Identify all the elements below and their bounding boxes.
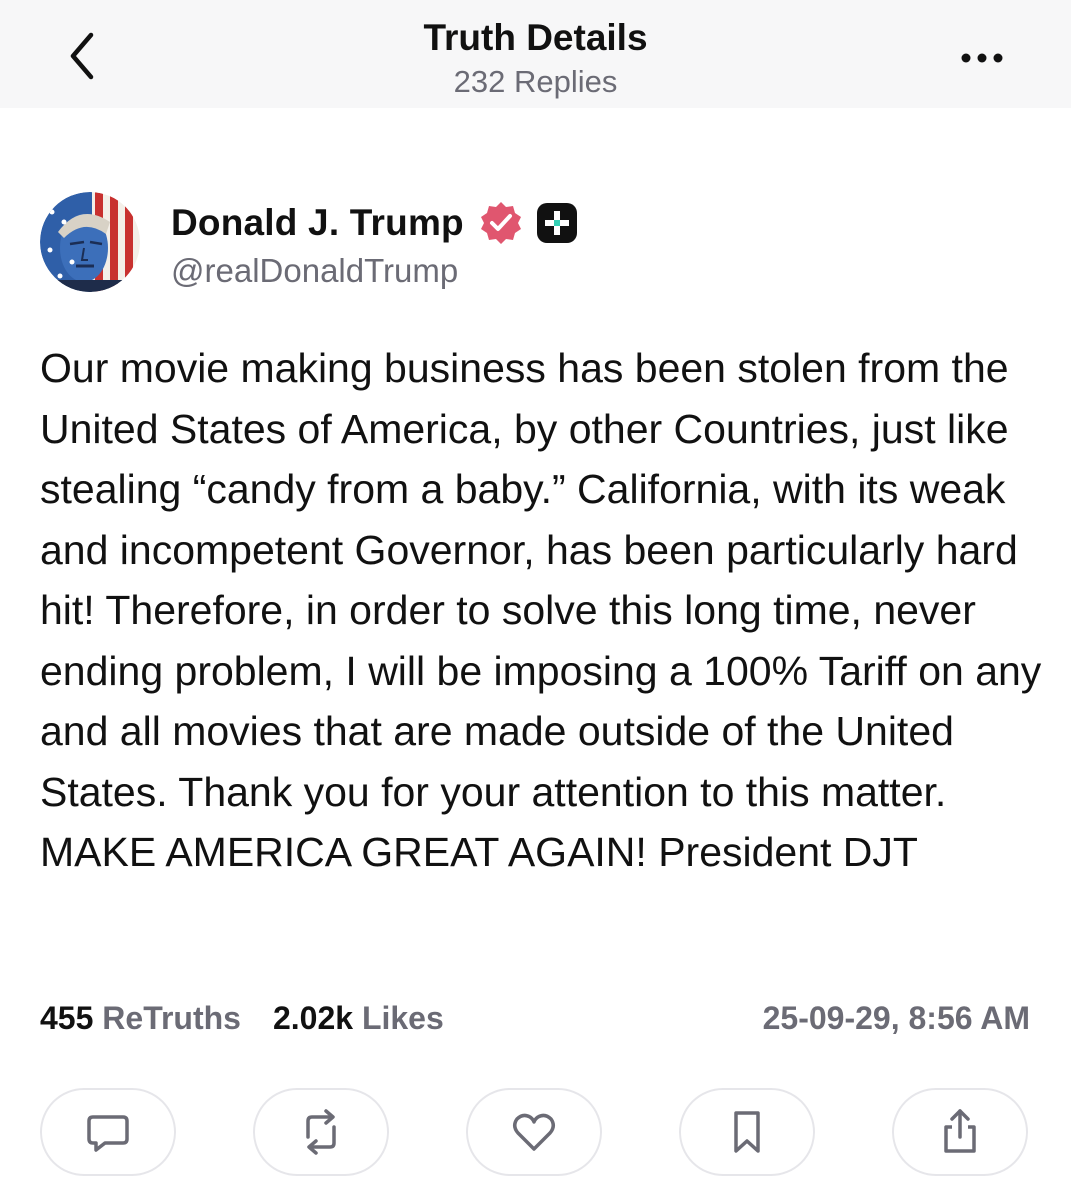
repost-icon xyxy=(306,1109,336,1155)
comment-icon xyxy=(87,1115,129,1152)
author-display-name[interactable]: Donald J. Trump xyxy=(171,202,464,244)
bookmark-button[interactable] xyxy=(679,1088,815,1176)
likes-count: 2.02k xyxy=(272,999,354,1036)
avatar-image xyxy=(40,192,140,292)
post-body-text: Our movie making business has been stole… xyxy=(40,345,1042,875)
verified-badge-icon xyxy=(480,202,521,244)
likes-label: Likes xyxy=(361,999,444,1036)
likes-stat[interactable]: 2.02k Likes xyxy=(273,1000,444,1037)
retruth-button[interactable] xyxy=(253,1088,389,1176)
replies-count: 232 Replies xyxy=(453,64,618,99)
action-bar xyxy=(40,1088,1030,1178)
bookmark-icon xyxy=(734,1111,760,1153)
retruths-count: 455 xyxy=(40,999,94,1036)
share-icon xyxy=(944,1109,976,1153)
post-timestamp: 25-09-29, 8:56 AM xyxy=(762,1000,1030,1036)
page-title: Truth Details xyxy=(423,17,648,58)
reply-button[interactable] xyxy=(40,1088,176,1176)
retruths-stat[interactable]: 455 ReTruths xyxy=(40,1000,241,1037)
truth-plus-badge-icon xyxy=(536,203,577,243)
more-options-button[interactable] xyxy=(950,40,1014,76)
retruths-label: ReTruths xyxy=(102,999,241,1036)
author-handle[interactable]: @realDonaldTrump xyxy=(171,252,458,290)
avatar[interactable] xyxy=(40,192,140,292)
author-name-row: Donald J. Trump xyxy=(171,198,578,248)
share-button[interactable] xyxy=(892,1088,1028,1176)
more-horizontal-icon xyxy=(961,53,1003,63)
header-titles: Truth Details 232 Replies xyxy=(0,14,1071,102)
post-stats: 455 ReTruths 2.02k Likes 25-09-29, 8:56 … xyxy=(40,998,1030,1038)
top-bar: Truth Details 232 Replies xyxy=(0,0,1071,108)
like-button[interactable] xyxy=(466,1088,602,1176)
heart-icon xyxy=(513,1113,555,1151)
